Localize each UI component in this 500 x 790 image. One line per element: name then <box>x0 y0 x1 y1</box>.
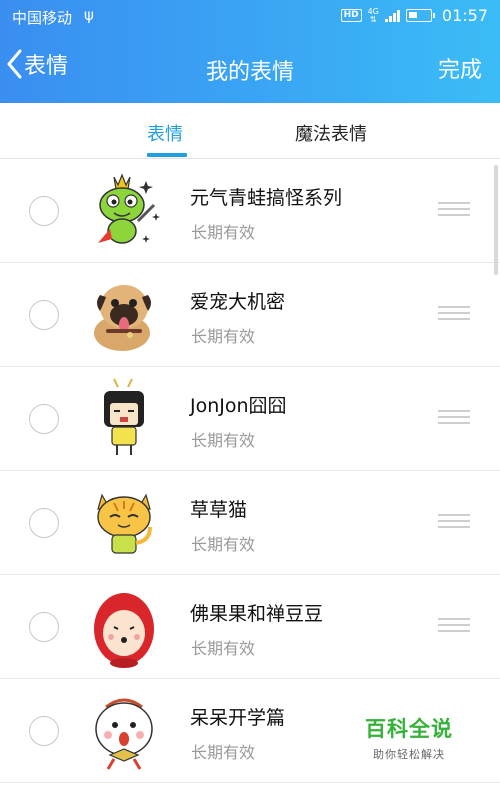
carrier-label: 中国移动 <box>12 9 73 27</box>
status-bar: 中国移动 ψ HD 4G ⇅ 01:57 <box>0 0 500 34</box>
clock: 01:57 <box>441 6 488 25</box>
item-status: 长期有效 <box>191 743 256 762</box>
list-item[interactable]: 佛果果和禅豆豆 长期有效 <box>0 575 500 679</box>
sticker-list: 元气青蛙搞怪系列 长期有效 爱宠大机密 长期有效 JonJon囧囧 长期有效 草… <box>0 159 500 790</box>
tab-magic-emoticons[interactable]: 魔法表情 <box>295 120 367 146</box>
network-icon: 4G ⇅ <box>367 6 379 24</box>
watermark-subtitle: 助你轻松解决 <box>373 748 445 761</box>
item-status: 长期有效 <box>191 327 256 346</box>
status-icons: HD 4G ⇅ 01:57 <box>340 6 488 25</box>
item-title: 草草猫 <box>190 499 248 521</box>
watermark-logo: 百科全说 助你轻松解决 <box>353 708 465 766</box>
header-bar: 中国移动 ψ HD 4G ⇅ 01:57 表情 我的表情 完成 <box>0 0 500 103</box>
item-title: JonJon囧囧 <box>190 395 287 417</box>
tab-emoticons[interactable]: 表情 <box>147 120 183 146</box>
list-item[interactable]: JonJon囧囧 长期有效 <box>0 367 500 471</box>
red-hood-sticker-icon <box>94 593 154 668</box>
item-title: 元气青蛙搞怪系列 <box>190 187 343 209</box>
hd-badge: HD <box>340 9 362 22</box>
item-status: 长期有效 <box>191 639 256 658</box>
item-status: 长期有效 <box>191 223 256 242</box>
scrollbar[interactable] <box>494 165 498 275</box>
page-title: 我的表情 <box>205 60 294 85</box>
done-button[interactable]: 完成 <box>438 52 482 84</box>
select-radio[interactable] <box>29 300 59 330</box>
select-radio[interactable] <box>29 612 59 642</box>
select-radio[interactable] <box>29 508 59 538</box>
battery-icon <box>405 9 435 22</box>
list-item[interactable]: 爱宠大机密 长期有效 <box>0 263 500 367</box>
pug-dog-sticker-icon <box>94 285 151 351</box>
usb-icon: ψ <box>84 6 94 24</box>
tab-bar: 表情 魔法表情 <box>0 103 500 159</box>
item-title: 佛果果和禅豆豆 <box>190 603 324 625</box>
item-title: 爱宠大机密 <box>190 291 286 313</box>
drag-handle-icon[interactable] <box>438 410 470 426</box>
list-item[interactable]: 元气青蛙搞怪系列 长期有效 <box>0 159 500 263</box>
daidai-sticker-icon <box>95 698 153 770</box>
signal-icon <box>384 9 400 22</box>
drag-handle-icon[interactable] <box>438 514 470 530</box>
drag-handle-icon[interactable] <box>438 202 470 218</box>
drag-handle-icon[interactable] <box>438 618 470 634</box>
frog-sticker-icon <box>98 173 160 244</box>
jonjon-sticker-icon <box>104 378 144 455</box>
select-radio[interactable] <box>29 716 59 746</box>
item-status: 长期有效 <box>191 535 256 554</box>
tab-active-indicator <box>147 153 187 157</box>
cat-sticker-icon <box>97 493 152 554</box>
nav-bar: 表情 我的表情 完成 <box>0 34 500 103</box>
watermark-title: 百科全说 <box>365 717 453 741</box>
item-status: 长期有效 <box>191 431 256 450</box>
drag-handle-icon[interactable] <box>438 306 470 322</box>
select-radio[interactable] <box>29 404 59 434</box>
item-title: 呆呆开学篇 <box>190 707 286 729</box>
select-radio[interactable] <box>29 196 59 226</box>
list-item[interactable]: 草草猫 长期有效 <box>0 471 500 575</box>
